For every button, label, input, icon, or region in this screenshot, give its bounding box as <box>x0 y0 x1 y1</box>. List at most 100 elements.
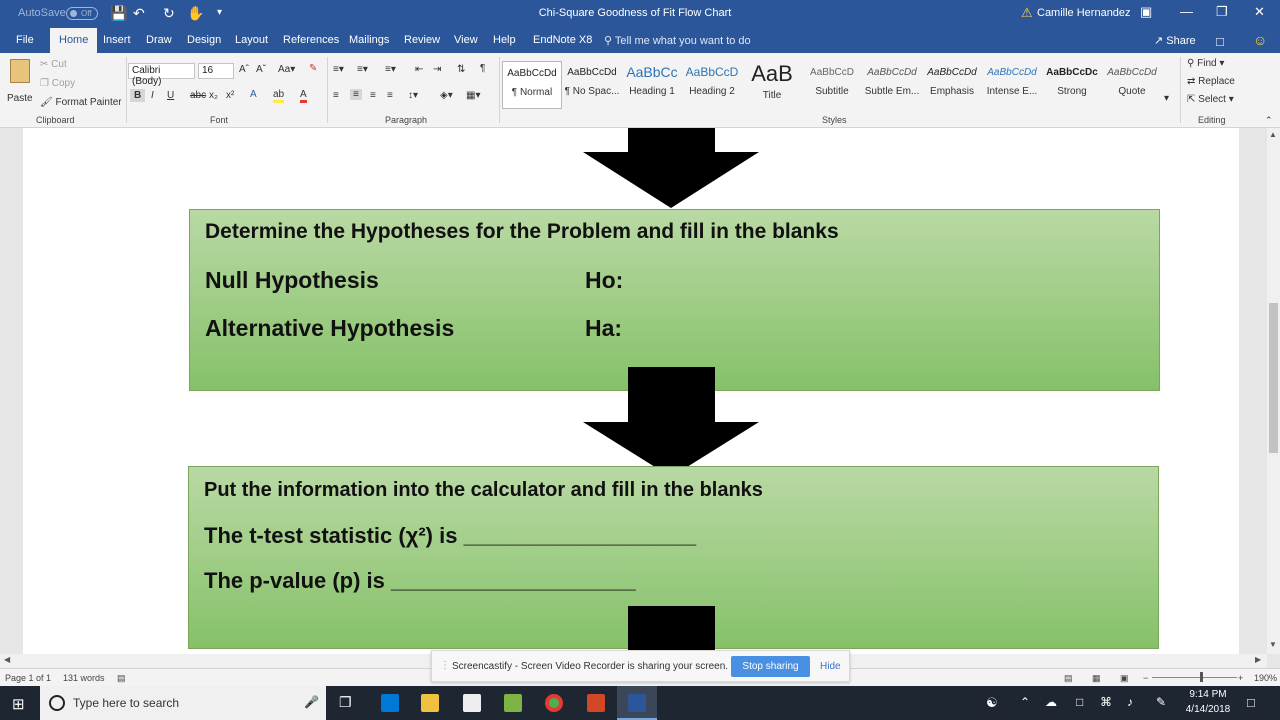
style-no-spacing[interactable]: AaBbCcDd ¶ No Spac... <box>562 61 622 109</box>
smiley-icon[interactable]: ☺ <box>1253 32 1267 48</box>
show-marks-icon[interactable]: ¶ <box>480 63 485 74</box>
microphone-icon[interactable]: 🎤 <box>304 695 319 709</box>
strikethrough-button[interactable]: abc <box>190 90 206 101</box>
find-button[interactable]: ⚲ Find ▾ <box>1187 58 1224 69</box>
people-icon[interactable]: ☯ <box>986 695 998 711</box>
notifications-icon[interactable]: □ <box>1247 695 1255 710</box>
style-intense-emphasis[interactable]: AaBbCcDd Intense E... <box>982 61 1042 109</box>
volume-icon[interactable]: ♪ <box>1127 695 1133 709</box>
tell-me-search[interactable]: ⚲ Tell me what you want to do <box>604 34 751 47</box>
stop-sharing-button[interactable]: Stop sharing <box>731 656 810 677</box>
pen-icon[interactable]: ✎ <box>1156 695 1166 709</box>
underline-button[interactable]: U <box>167 90 174 101</box>
file-explorer-icon[interactable] <box>421 694 439 712</box>
select-button[interactable]: ⇱ Select ▾ <box>1187 94 1234 105</box>
style-normal[interactable]: AaBbCcDd ¶ Normal <box>502 61 562 109</box>
edge-icon[interactable] <box>381 694 399 712</box>
tray-expand-icon[interactable]: ⌃ <box>1020 695 1030 709</box>
powerpoint-icon[interactable] <box>587 694 605 712</box>
zoom-level[interactable]: 190% <box>1254 673 1277 683</box>
style-heading-1[interactable]: AaBbCc Heading 1 <box>622 61 682 109</box>
styles-more-icon[interactable]: ▾ <box>1164 93 1169 104</box>
paste-button[interactable]: Paste <box>6 59 34 109</box>
shading-icon[interactable]: ◈▾ <box>440 90 453 101</box>
wifi-icon[interactable]: ⌘ <box>1100 695 1112 709</box>
font-size-field[interactable]: 16 <box>198 63 234 79</box>
multilevel-list-icon[interactable]: ≡▾ <box>385 64 396 75</box>
drag-handle-icon[interactable]: ⋮ <box>440 660 450 671</box>
superscript-button[interactable]: x² <box>226 90 234 101</box>
tab-layout[interactable]: Layout <box>235 34 268 46</box>
user-name[interactable]: Camille Hernandez <box>1037 7 1131 19</box>
text-effects-icon[interactable]: A <box>250 89 257 100</box>
maximize-icon[interactable]: ❐ <box>1216 4 1228 20</box>
tab-file[interactable]: File <box>16 34 34 46</box>
zoom-in-icon[interactable]: + <box>1238 673 1243 683</box>
scroll-left-icon[interactable]: ◀ <box>4 655 10 664</box>
word-count[interactable]: 131 words <box>63 673 105 683</box>
print-layout-icon[interactable]: ▦ <box>1092 673 1101 684</box>
change-case-icon[interactable]: Aa▾ <box>278 64 295 75</box>
tab-home[interactable]: Home <box>50 28 98 53</box>
task-view-icon[interactable]: ❐ <box>339 694 352 711</box>
sort-icon[interactable]: ⇅ <box>457 64 465 75</box>
chart-app-icon[interactable] <box>504 694 522 712</box>
taskbar-search[interactable]: Type here to search 🎤 <box>40 686 326 720</box>
style-strong[interactable]: AaBbCcDc Strong <box>1042 61 1102 109</box>
align-left-icon[interactable]: ≡ <box>333 90 339 101</box>
close-icon[interactable]: ✕ <box>1254 4 1265 20</box>
font-color-icon[interactable]: A <box>300 89 307 103</box>
tab-mailings[interactable]: Mailings <box>349 34 389 46</box>
warning-icon[interactable]: ⚠ <box>1021 5 1033 21</box>
hide-banner-link[interactable]: Hide <box>820 661 841 672</box>
style-subtitle[interactable]: AaBbCcD Subtitle <box>802 61 862 109</box>
scroll-up-icon[interactable]: ▲ <box>1269 130 1277 139</box>
ribbon-display-icon[interactable]: ▣ <box>1140 4 1152 20</box>
font-name-field[interactable]: Calibri (Body) <box>128 63 195 87</box>
scroll-thumb[interactable] <box>1269 303 1278 453</box>
format-painter-button[interactable]: 🖌 Format Painter <box>40 97 122 108</box>
read-mode-icon[interactable]: ▤ <box>1064 673 1073 684</box>
italic-button[interactable]: I <box>151 90 154 101</box>
comments-icon[interactable]: □ <box>1216 34 1224 49</box>
store-icon[interactable] <box>463 694 481 712</box>
tab-endnote[interactable]: EndNote X8 <box>533 34 592 46</box>
line-spacing-icon[interactable]: ↕▾ <box>408 90 418 101</box>
align-right-icon[interactable]: ≡ <box>370 90 376 101</box>
subscript-button[interactable]: x₂ <box>209 90 218 101</box>
word-icon[interactable] <box>628 694 646 712</box>
tab-references[interactable]: References <box>283 34 339 46</box>
tab-help[interactable]: Help <box>493 34 516 46</box>
clear-format-icon[interactable]: ✎ <box>309 63 317 74</box>
cut-button[interactable]: ✂ Cut <box>40 59 67 70</box>
justify-icon[interactable]: ≡ <box>387 90 393 101</box>
grow-font-icon[interactable]: Aˆ <box>239 64 249 75</box>
align-center-icon[interactable]: ≡ <box>350 89 362 100</box>
proofing-icon[interactable]: ▤ <box>117 673 126 684</box>
bullets-icon[interactable]: ≡▾ <box>333 64 344 75</box>
scroll-right-icon[interactable]: ▶ <box>1255 655 1261 664</box>
onedrive-icon[interactable]: ☁ <box>1045 695 1057 709</box>
clock-time[interactable]: 9:14 PM <box>1183 689 1233 700</box>
numbering-icon[interactable]: ≡▾ <box>357 64 368 75</box>
clock-date[interactable]: 4/14/2018 <box>1183 704 1233 715</box>
page-count[interactable]: Page 1 of 1 <box>5 673 51 683</box>
borders-icon[interactable]: ▦▾ <box>466 90 480 101</box>
document-page[interactable]: Determine the Hypotheses for the Problem… <box>23 128 1239 654</box>
copy-button[interactable]: ❐ Copy <box>40 78 75 89</box>
web-layout-icon[interactable]: ▣ <box>1120 673 1129 684</box>
zoom-slider[interactable] <box>1152 677 1237 678</box>
collapse-ribbon-icon[interactable]: ⌃ <box>1265 115 1273 126</box>
increase-indent-icon[interactable]: ⇥ <box>433 64 441 75</box>
replace-button[interactable]: ⇄ Replace <box>1187 76 1235 87</box>
vertical-scrollbar[interactable]: ▲ ▼ <box>1267 128 1280 654</box>
network-icon[interactable]: □ <box>1076 695 1083 709</box>
minimize-icon[interactable]: — <box>1180 4 1193 19</box>
tab-insert[interactable]: Insert <box>103 34 131 46</box>
decrease-indent-icon[interactable]: ⇤ <box>415 64 423 75</box>
shrink-font-icon[interactable]: Aˇ <box>256 64 266 75</box>
style-emphasis[interactable]: AaBbCcDd Emphasis <box>922 61 982 109</box>
style-heading-2[interactable]: AaBbCcD Heading 2 <box>682 61 742 109</box>
bold-button[interactable]: B <box>130 89 146 102</box>
style-quote[interactable]: AaBbCcDd Quote <box>1102 61 1162 109</box>
